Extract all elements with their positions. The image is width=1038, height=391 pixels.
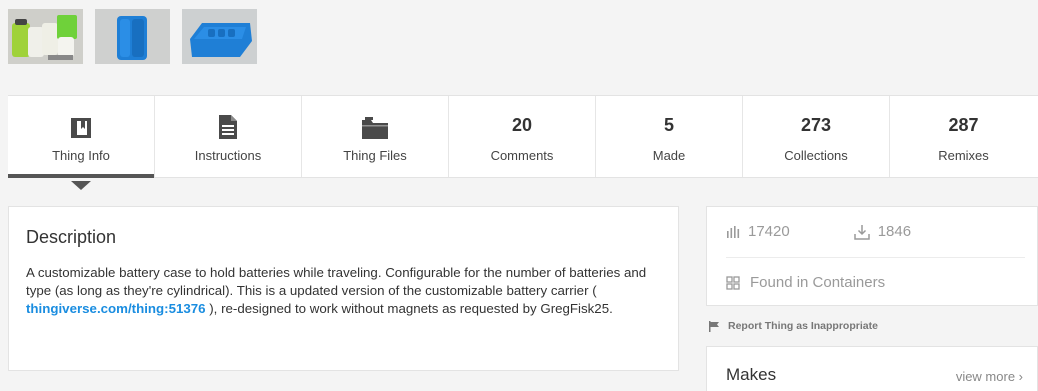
views-icon (726, 225, 740, 239)
stats-divider (726, 257, 1025, 258)
thumbnail-battery-case-blue-render[interactable] (95, 9, 170, 64)
description-text: A customizable battery case to hold batt… (26, 264, 661, 318)
tab-label: Thing Files (343, 148, 407, 163)
tab-count: 5 (663, 115, 674, 135)
tab-made[interactable]: 5 Made (596, 96, 743, 177)
makes-card: Makes view more › (706, 346, 1038, 391)
tab-label: Comments (490, 148, 554, 163)
tab-thing-info[interactable]: Thing Info (8, 96, 155, 190)
tab-remixes[interactable]: 287 Remixes (890, 96, 1037, 177)
folder-icon (362, 113, 388, 139)
report-thing-link[interactable]: Report Thing as Inappropriate (709, 320, 878, 332)
report-label: Report Thing as Inappropriate (728, 320, 878, 332)
tab-label: Instructions (194, 148, 262, 163)
stats-row: 17420 1846 (726, 223, 911, 240)
tab-label: Thing Info (52, 148, 110, 163)
tab-label: Made (652, 148, 686, 163)
view-more-link[interactable]: view more › (956, 369, 1023, 384)
description-text-after: ), re-designed to work without magnets a… (205, 301, 613, 316)
tab-thing-files[interactable]: Thing Files (302, 96, 449, 177)
description-text-before: A customizable battery case to hold batt… (26, 265, 647, 298)
thumbnail-battery-case-open-render[interactable] (182, 9, 257, 64)
tab-label: Remixes (938, 148, 989, 163)
tab-count: 273 (800, 115, 832, 135)
tab-label: Collections (784, 148, 848, 163)
views-count: 17420 (748, 223, 790, 240)
tab-comments[interactable]: 20 Comments (449, 96, 596, 177)
stats-card: 17420 1846 Found in Containers (706, 206, 1038, 306)
description-card: Description A customizable battery case … (8, 206, 679, 371)
document-icon (219, 113, 237, 139)
found-in-label: Found in Containers (750, 274, 886, 291)
makes-title: Makes (726, 365, 777, 384)
thumbnail-strip (8, 9, 257, 64)
tab-collections[interactable]: 273 Collections (743, 96, 890, 177)
tab-instructions[interactable]: Instructions (155, 96, 302, 177)
downloads-count: 1846 (877, 223, 912, 240)
download-icon (853, 224, 870, 240)
found-in-containers[interactable]: Found in Containers (726, 274, 885, 291)
tab-count: 287 (948, 115, 979, 135)
description-title: Description (26, 227, 117, 247)
flag-icon (709, 320, 720, 332)
grid-icon (726, 275, 740, 290)
tab-count: 20 (511, 115, 533, 135)
thing-link[interactable]: thingiverse.com/thing:51376 (26, 301, 206, 316)
thumbnail-battery-case-photo[interactable] (8, 9, 83, 64)
thing-tab-bar: Thing Info Instructions Thing Files 20 C… (8, 95, 1038, 190)
book-icon (70, 113, 92, 139)
active-tab-caret (71, 181, 91, 190)
